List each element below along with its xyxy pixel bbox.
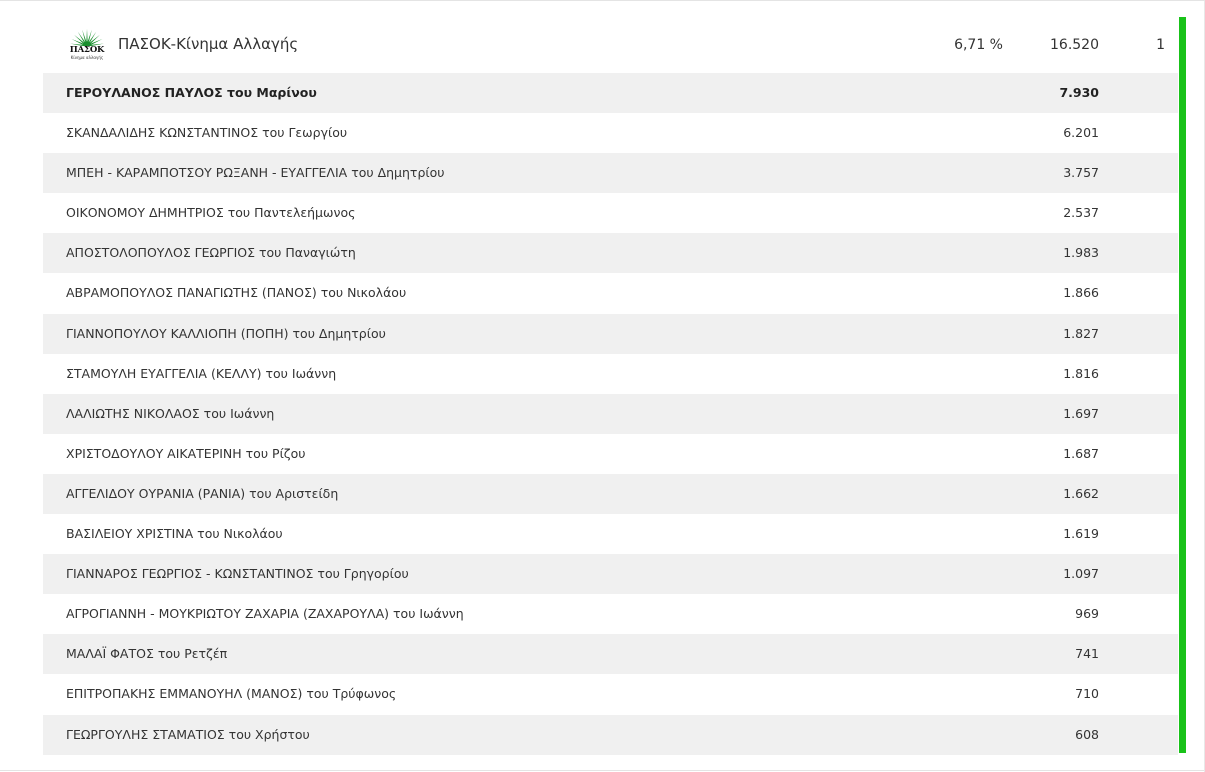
candidate-row[interactable]: ΛΑΛΙΩΤΗΣ ΝΙΚΟΛΑΟΣ του Ιωάννη 1.697: [43, 393, 1178, 434]
candidate-name: ΣΚΑΝΔΑΛΙΔΗΣ ΚΩΝΣΤΑΝΤΙΝΟΣ του Γεωργίου: [66, 125, 348, 141]
candidate-votes: 6.201: [1063, 125, 1099, 141]
party-votes: 16.520: [1050, 37, 1099, 53]
candidate-name: ΒΑΣΙΛΕΙΟΥ ΧΡΙΣΤΙΝΑ του Νικολάου: [66, 526, 283, 542]
candidate-row[interactable]: ΑΓΓΕΛΙΔΟΥ ΟΥΡΑΝΙΑ (ΡΑΝΙΑ) του Αριστείδη 1…: [43, 473, 1178, 515]
candidate-row[interactable]: ΓΙΑΝΝΑΡΟΣ ΓΕΩΡΓΙΟΣ - ΚΩΝΣΤΑΝΤΙΝΟΣ του Γρ…: [43, 554, 1178, 595]
candidate-votes: 1.983: [1063, 245, 1099, 261]
candidate-name: ΑΓΡΟΓΙΑΝΝΗ - ΜΟΥΚΡΙΩΤΟΥ ΖΑΧΑΡΙΑ (ΖΑΧΑΡΟΥ…: [66, 606, 464, 622]
candidate-votes: 1.097: [1063, 566, 1099, 582]
candidate-name: ΛΑΛΙΩΤΗΣ ΝΙΚΟΛΑΟΣ του Ιωάννη: [66, 405, 275, 421]
results-panel: ΠΑΣΟΚ Κίνημα αλλαγής ΠΑΣΟΚ-Κίνημα Αλλαγή…: [0, 0, 1205, 772]
candidate-votes: 3.757: [1063, 165, 1099, 181]
party-seats: 1: [1156, 37, 1165, 53]
candidate-votes: 7.930: [1059, 85, 1099, 100]
pasok-logo: ΠΑΣΟΚ Κίνημα αλλαγής: [67, 28, 107, 64]
candidate-votes: 1.687: [1063, 445, 1099, 461]
candidate-row[interactable]: ΣΤΑΜΟΥΛΗ ΕΥΑΓΓΕΛΙΑ (ΚΕΛΛΥ) του Ιωάννη 1.8…: [43, 353, 1178, 394]
candidate-row[interactable]: ΓΙΑΝΝΟΠΟΥΛΟΥ ΚΑΛΛΙΟΠΗ (ΠΟΠΗ) του Δημητρί…: [43, 313, 1178, 354]
candidate-votes: 1.619: [1063, 526, 1099, 542]
candidate-votes: 1.662: [1063, 485, 1099, 501]
candidate-votes: 2.537: [1063, 205, 1099, 221]
candidate-row-elected[interactable]: ΓΕΡΟΥΛΑΝΟΣ ΠΑΥΛΟΣ του Μαρίνου 7.930: [43, 73, 1178, 114]
candidate-votes: 969: [1075, 606, 1099, 622]
candidate-votes: 1.827: [1063, 325, 1099, 341]
candidate-name: ΓΕΩΡΓΟΥΛΗΣ ΣΤΑΜΑΤΙΟΣ του Χρήστου: [66, 726, 310, 742]
candidate-name: ΟΙΚΟΝΟΜΟΥ ΔΗΜΗΤΡΙΟΣ του Παντελεήμωνος: [66, 205, 356, 221]
candidate-name: ΓΙΑΝΝΑΡΟΣ ΓΕΩΡΓΙΟΣ - ΚΩΝΣΤΑΝΤΙΝΟΣ του Γρ…: [66, 566, 409, 582]
party-percentage: 6,71 %: [954, 37, 1003, 53]
logo-text: ΠΑΣΟΚ: [69, 45, 105, 55]
candidate-row[interactable]: ΟΙΚΟΝΟΜΟΥ ΔΗΜΗΤΡΙΟΣ του Παντελεήμωνος 2.5…: [43, 193, 1178, 234]
candidate-row[interactable]: ΜΠΕΗ - ΚΑΡΑΜΠΟΤΣΟΥ ΡΩΞΑΝΗ - ΕΥΑΓΓΕΛΙΑ το…: [43, 153, 1178, 194]
candidate-votes: 710: [1075, 686, 1099, 702]
candidate-votes: 1.866: [1063, 285, 1099, 301]
candidate-row[interactable]: ΑΒΡΑΜΟΠΟΥΛΟΣ ΠΑΝΑΓΙΩΤΗΣ (ΠΑΝΟΣ) του Νικο…: [43, 273, 1178, 314]
candidate-name: ΕΠΙΤΡΟΠΑΚΗΣ ΕΜΜΑΝΟΥΗΛ (ΜΑΝΟΣ) του Τρύφων…: [66, 686, 397, 702]
candidate-name: ΑΠΟΣΤΟΛΟΠΟΥΛΟΣ ΓΕΩΡΓΙΟΣ του Παναγιώτη: [66, 245, 356, 261]
candidate-votes: 1.816: [1063, 365, 1099, 381]
candidate-row[interactable]: ΣΚΑΝΔΑΛΙΔΗΣ ΚΩΝΣΤΑΝΤΙΝΟΣ του Γεωργίου 6.2…: [43, 113, 1178, 154]
candidate-row[interactable]: ΒΑΣΙΛΕΙΟΥ ΧΡΙΣΤΙΝΑ του Νικολάου 1.619: [43, 514, 1178, 555]
candidate-votes: 1.697: [1063, 405, 1099, 421]
party-row[interactable]: ΠΑΣΟΚ Κίνημα αλλαγής ΠΑΣΟΚ-Κίνημα Αλλαγή…: [43, 18, 1178, 73]
candidate-votes: 741: [1075, 646, 1099, 662]
candidate-name: ΑΒΡΑΜΟΠΟΥΛΟΣ ΠΑΝΑΓΙΩΤΗΣ (ΠΑΝΟΣ) του Νικο…: [66, 285, 407, 301]
candidate-row[interactable]: ΑΓΡΟΓΙΑΝΝΗ - ΜΟΥΚΡΙΩΤΟΥ ΖΑΧΑΡΙΑ (ΖΑΧΑΡΟΥ…: [43, 594, 1178, 635]
candidate-name: ΣΤΑΜΟΥΛΗ ΕΥΑΓΓΕΛΙΑ (ΚΕΛΛΥ) του Ιωάννη: [66, 365, 337, 381]
candidate-name: ΑΓΓΕΛΙΔΟΥ ΟΥΡΑΝΙΑ (ΡΑΝΙΑ) του Αριστείδη: [66, 485, 339, 501]
candidate-name: ΜΠΕΗ - ΚΑΡΑΜΠΟΤΣΟΥ ΡΩΞΑΝΗ - ΕΥΑΓΓΕΛΙΑ το…: [66, 165, 445, 181]
candidate-row[interactable]: ΑΠΟΣΤΟΛΟΠΟΥΛΟΣ ΓΕΩΡΓΙΟΣ του Παναγιώτη 1.9…: [43, 233, 1178, 274]
candidate-name: ΧΡΙΣΤΟΔΟΥΛΟΥ ΑΙΚΑΤΕΡΙΝΗ του Ρίζου: [66, 445, 306, 461]
candidate-name: ΓΕΡΟΥΛΑΝΟΣ ΠΑΥΛΟΣ του Μαρίνου: [66, 85, 317, 100]
candidate-list: ΓΕΡΟΥΛΑΝΟΣ ΠΑΥΛΟΣ του Μαρίνου 7.930 ΣΚΑΝΔΑ…: [43, 73, 1178, 755]
candidate-row[interactable]: ΜΑΛΑΪ ΦΑΤΟΣ του Ρετζέπ 741: [43, 634, 1178, 675]
candidate-row[interactable]: ΕΠΙΤΡΟΠΑΚΗΣ ΕΜΜΑΝΟΥΗΛ (ΜΑΝΟΣ) του Τρύφων…: [43, 674, 1178, 715]
candidate-votes: 608: [1075, 726, 1099, 742]
party-name: ΠΑΣΟΚ-Κίνημα Αλλαγής: [118, 35, 299, 53]
candidate-name: ΜΑΛΑΪ ΦΑΤΟΣ του Ρετζέπ: [66, 646, 228, 662]
candidate-row[interactable]: ΧΡΙΣΤΟΔΟΥΛΟΥ ΑΙΚΑΤΕΡΙΝΗ του Ρίζου 1.687: [43, 433, 1178, 474]
candidate-row[interactable]: ΓΕΩΡΓΟΥΛΗΣ ΣΤΑΜΑΤΙΟΣ του Χρήστου 608: [43, 714, 1178, 755]
logo-subtext: Κίνημα αλλαγής: [70, 55, 104, 60]
party-color-bar: [1179, 17, 1186, 753]
candidate-name: ΓΙΑΝΝΟΠΟΥΛΟΥ ΚΑΛΛΙΟΠΗ (ΠΟΠΗ) του Δημητρί…: [66, 325, 386, 341]
